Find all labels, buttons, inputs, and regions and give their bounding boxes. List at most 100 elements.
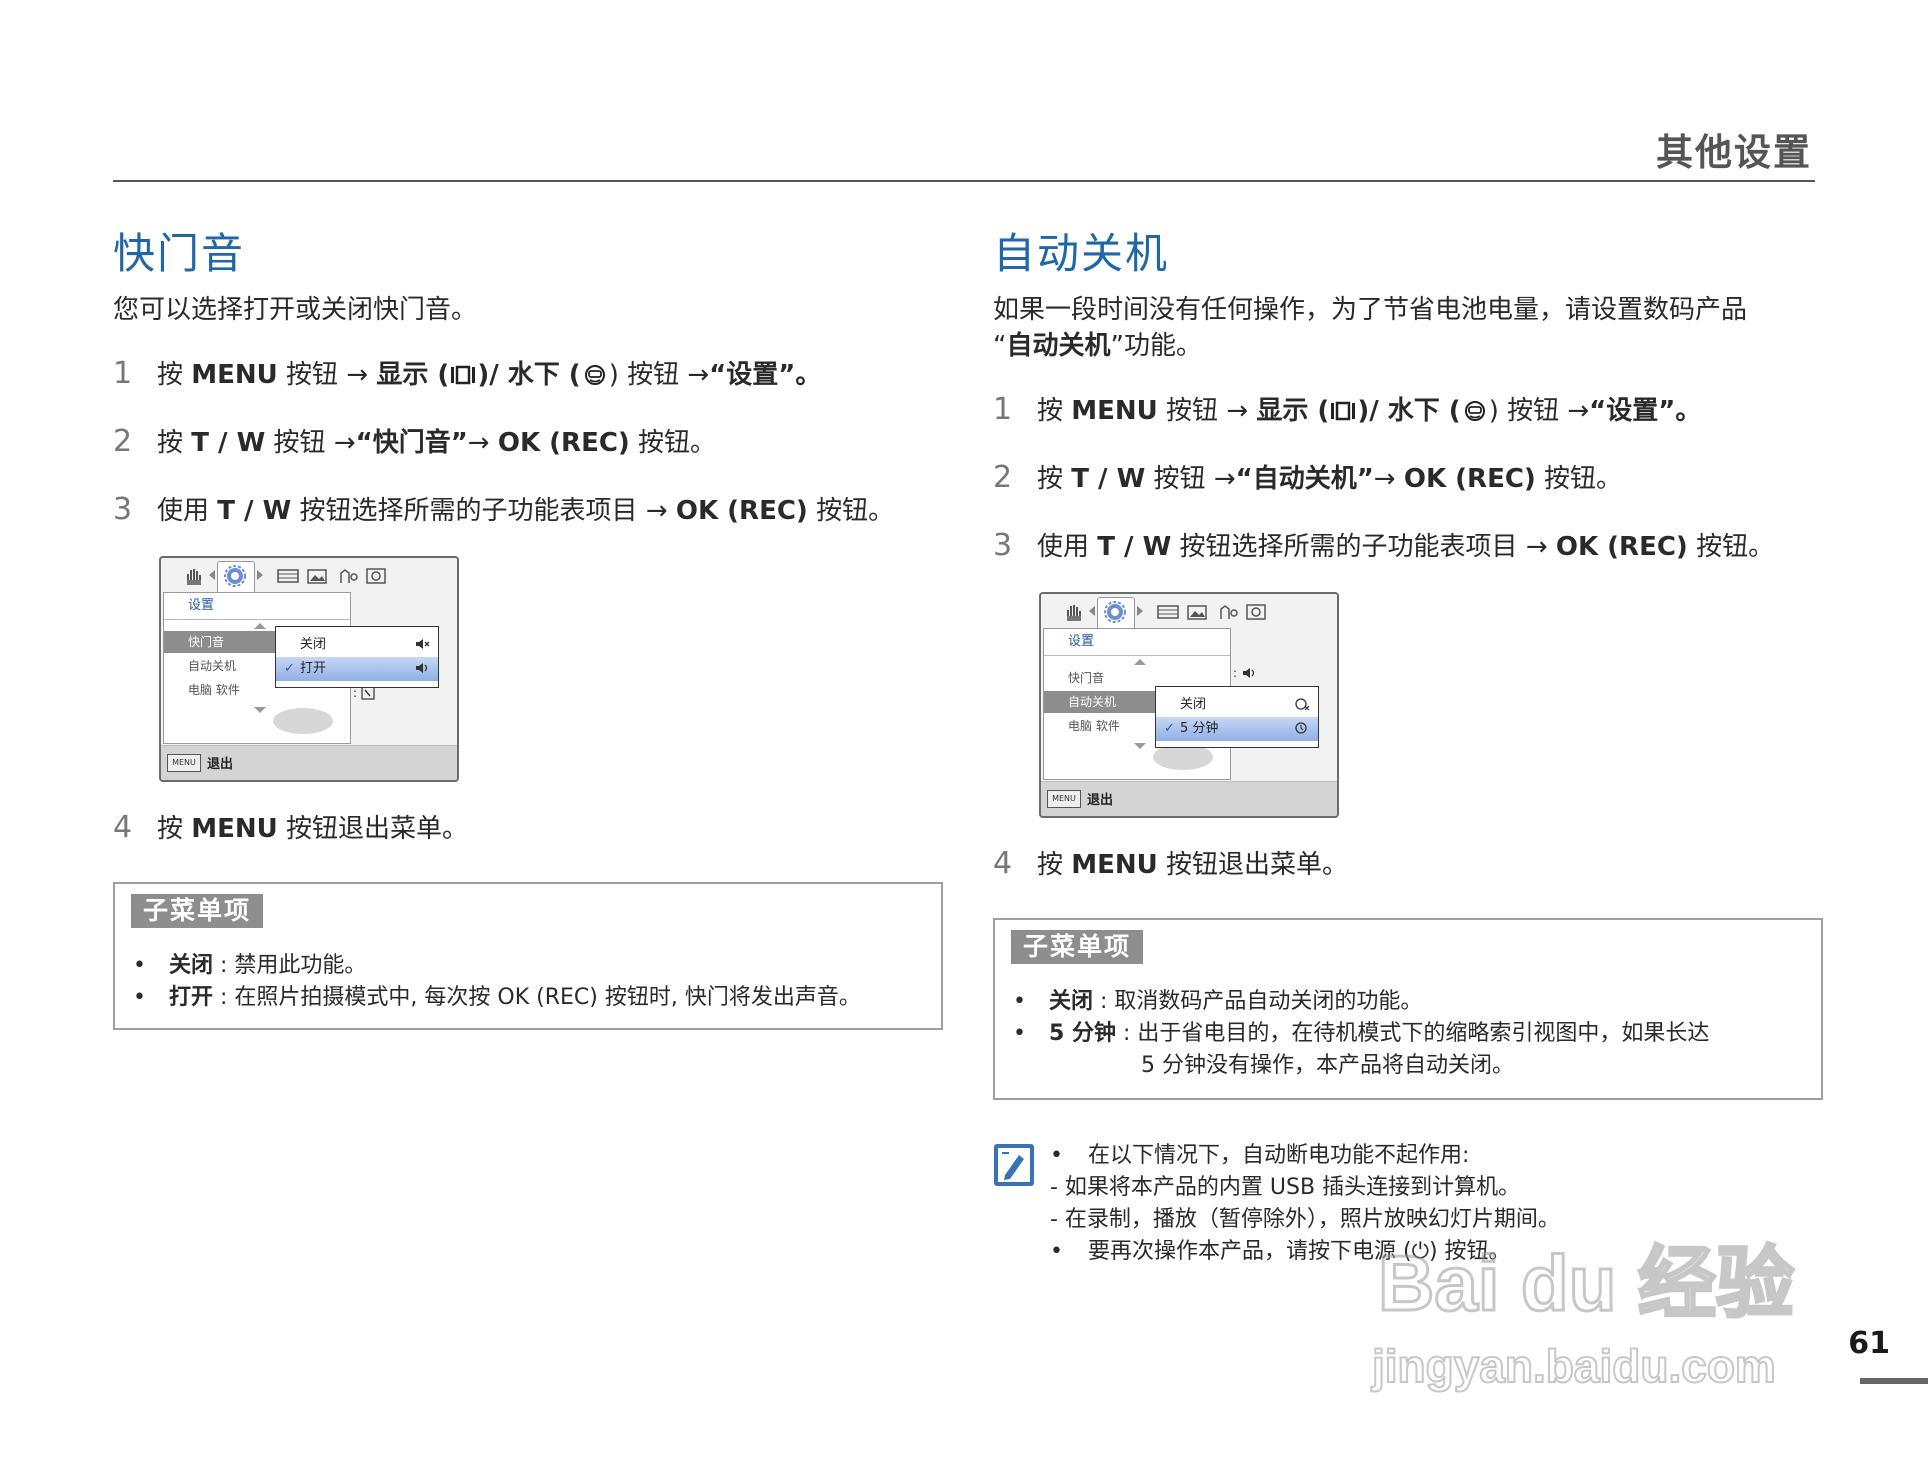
step-number: 1 — [113, 356, 133, 391]
menu-icon-bar — [161, 558, 457, 592]
item-text: 在照片拍摄模式中, 每次按 OK (REC) 按钮时, 快门将发出声音。 — [234, 985, 861, 1010]
bullet: • — [1013, 989, 1026, 1014]
step-3: 3 使用 T / W 按钮选择所需的子功能表项目 → OK (REC) 按钮。 — [113, 490, 894, 527]
power-off-disabled-icon — [1295, 698, 1310, 711]
note-text: 在以下情况下，自动断电功能不起作用: — [1088, 1143, 1470, 1168]
option-label: 打开 — [300, 661, 327, 676]
note-pencil-icon — [994, 1144, 1034, 1186]
step-text: 按 — [157, 428, 192, 458]
step-2: 2按 T / W 按钮 →“快门音”→ OK (REC) 按钮。 — [113, 422, 716, 459]
section-title: 自动关机 — [993, 229, 1170, 278]
note-line-1: • 在以下情况下，自动断电功能不起作用: — [1050, 1140, 1469, 1172]
step-text: 按钮。 — [629, 428, 717, 458]
option-5-minutes[interactable]: ✓ 5 分钟 — [1156, 717, 1318, 741]
menu-screen: 设置 快门音 自动关机 电脑 软件 : 关闭 ✓ 5 分钟 MENU 退出 — [1039, 592, 1339, 818]
step-key: T / W — [217, 496, 292, 526]
page-number-bar — [1860, 1378, 1928, 1384]
step-key: MENU — [191, 360, 278, 390]
step-2: 2按 T / W 按钮 →“自动关机”→ OK (REC) 按钮。 — [993, 458, 1622, 495]
submenu-box: 子菜单项 • 关闭 : 取消数码产品自动关闭的功能。 • 5 分钟 : 出于省电目的… — [993, 918, 1823, 1100]
chapter-title: 其他设置 — [1656, 131, 1812, 174]
item-text: 禁用此功能。 — [234, 953, 367, 978]
submenu-tag: 子菜单项 — [1011, 930, 1144, 964]
step-4: 4按 MENU 按钮退出菜单。 — [993, 844, 1348, 881]
step-text: 按钮。 — [1535, 464, 1623, 494]
bullet: • — [133, 953, 146, 978]
option-off[interactable]: 关闭 — [276, 633, 438, 657]
step-number: 3 — [113, 492, 133, 527]
arrow: → — [1567, 396, 1590, 426]
picture-icon — [1187, 605, 1207, 620]
arrow: → — [346, 360, 377, 390]
step-number: 2 — [113, 424, 133, 459]
step-number: 2 — [993, 460, 1013, 495]
bullet: • — [1050, 1143, 1063, 1168]
step-text: 使用 — [157, 496, 218, 526]
menu-footer: MENU 退出 — [161, 745, 457, 780]
checkmark-icon: ✓ — [1164, 721, 1175, 736]
bullet: • — [1050, 1239, 1063, 1264]
intro-key: 自动关机 — [1006, 331, 1111, 361]
exit-label: 退出 — [207, 757, 234, 772]
scroll-down-icon[interactable] — [1134, 743, 1146, 749]
menu-icon-bar — [1041, 594, 1337, 628]
baidu-watermark: Bai du 经验 jingyan.baidu.com — [1370, 1238, 1796, 1394]
item-label: 5 分钟 — [1049, 1021, 1116, 1046]
film-icon — [1157, 605, 1179, 619]
step-1: 1按 MENU 按钮 → 显示 ()/ 水下 () 按钮 →“设置”。 — [113, 354, 821, 391]
clock-settings-icon — [1246, 604, 1266, 620]
step-key: T / W — [191, 428, 266, 458]
speaker-icon — [1243, 668, 1255, 678]
option-label: 关闭 — [1180, 697, 1207, 712]
step-key: OK (REC) — [675, 496, 808, 526]
step-key: OK (REC) — [1555, 532, 1688, 562]
scroll-up-icon[interactable] — [254, 623, 266, 629]
submenu-item-on: • 打开 : 在照片拍摄模式中, 每次按 OK (REC) 按钮时, 快门将发出声… — [133, 982, 861, 1014]
scroll-down-icon[interactable] — [254, 707, 266, 713]
display-mode-icon — [451, 365, 476, 385]
underwater-icon — [1464, 401, 1485, 421]
step-text: 按 — [1037, 464, 1072, 494]
step-key: T / W — [1097, 532, 1172, 562]
option-label: 5 分钟 — [1180, 721, 1219, 736]
tab-left-arrow-icon — [1089, 606, 1095, 616]
step-3: 3 使用 T / W 按钮选择所需的子功能表项目 → OK (REC) 按钮。 — [993, 526, 1774, 563]
step-text: 按 — [157, 360, 192, 390]
option-label: 关闭 — [300, 637, 327, 652]
step-text: 按钮 — [1157, 396, 1227, 426]
speaker-muted-icon — [416, 639, 430, 649]
hand-icon — [187, 569, 201, 585]
step-key: )/ 水下 ( — [477, 360, 581, 390]
item-label: 关闭 — [169, 953, 214, 978]
arrow: → — [467, 428, 498, 458]
arrow: → — [1525, 532, 1556, 562]
step-text: ) 按钮 — [608, 360, 688, 390]
underwater-icon — [584, 365, 605, 385]
step-text: 按 — [157, 814, 192, 844]
step-key: “设置”。 — [1589, 396, 1702, 426]
step-key: “设置”。 — [709, 360, 822, 390]
submenu-box: 子菜单项 • 关闭 : 禁用此功能。 • 打开 : 在照片拍摄模式中, 每次按 OK… — [113, 882, 943, 1030]
scroll-up-icon[interactable] — [1134, 659, 1146, 665]
separator: : — [1115, 1021, 1138, 1046]
step-key: 显示 ( — [376, 360, 450, 390]
quote: “ — [993, 331, 1007, 361]
menu-footer: MENU 退出 — [1041, 781, 1337, 816]
watermark-line-2: jingyan.baidu.com — [1371, 1340, 1776, 1392]
option-on[interactable]: ✓ 打开 — [276, 657, 438, 681]
hand-icon — [1067, 605, 1081, 621]
step-text: 按钮退出菜单。 — [1157, 850, 1349, 880]
intro-line: 如果一段时间没有任何操作，为了节省电池电量，请设置数码产品 — [993, 295, 1748, 325]
option-off[interactable]: 关闭 — [1156, 693, 1318, 717]
step-text: 按 — [1037, 850, 1072, 880]
menu-screen: 设置 快门音 自动关机 电脑 软件 : 关闭 ✓ 打开 MENU 退出 — [159, 556, 459, 782]
submenu-tag: 子菜单项 — [131, 894, 264, 928]
menu-button[interactable]: MENU — [1047, 790, 1081, 808]
speaker-icon — [416, 663, 428, 673]
arrow: → — [1226, 396, 1257, 426]
menu-button[interactable]: MENU — [167, 754, 201, 772]
step-key: MENU — [191, 814, 278, 844]
step-text: 按钮 — [265, 428, 334, 458]
timer-icon — [1295, 722, 1307, 734]
bullet: • — [133, 985, 146, 1010]
